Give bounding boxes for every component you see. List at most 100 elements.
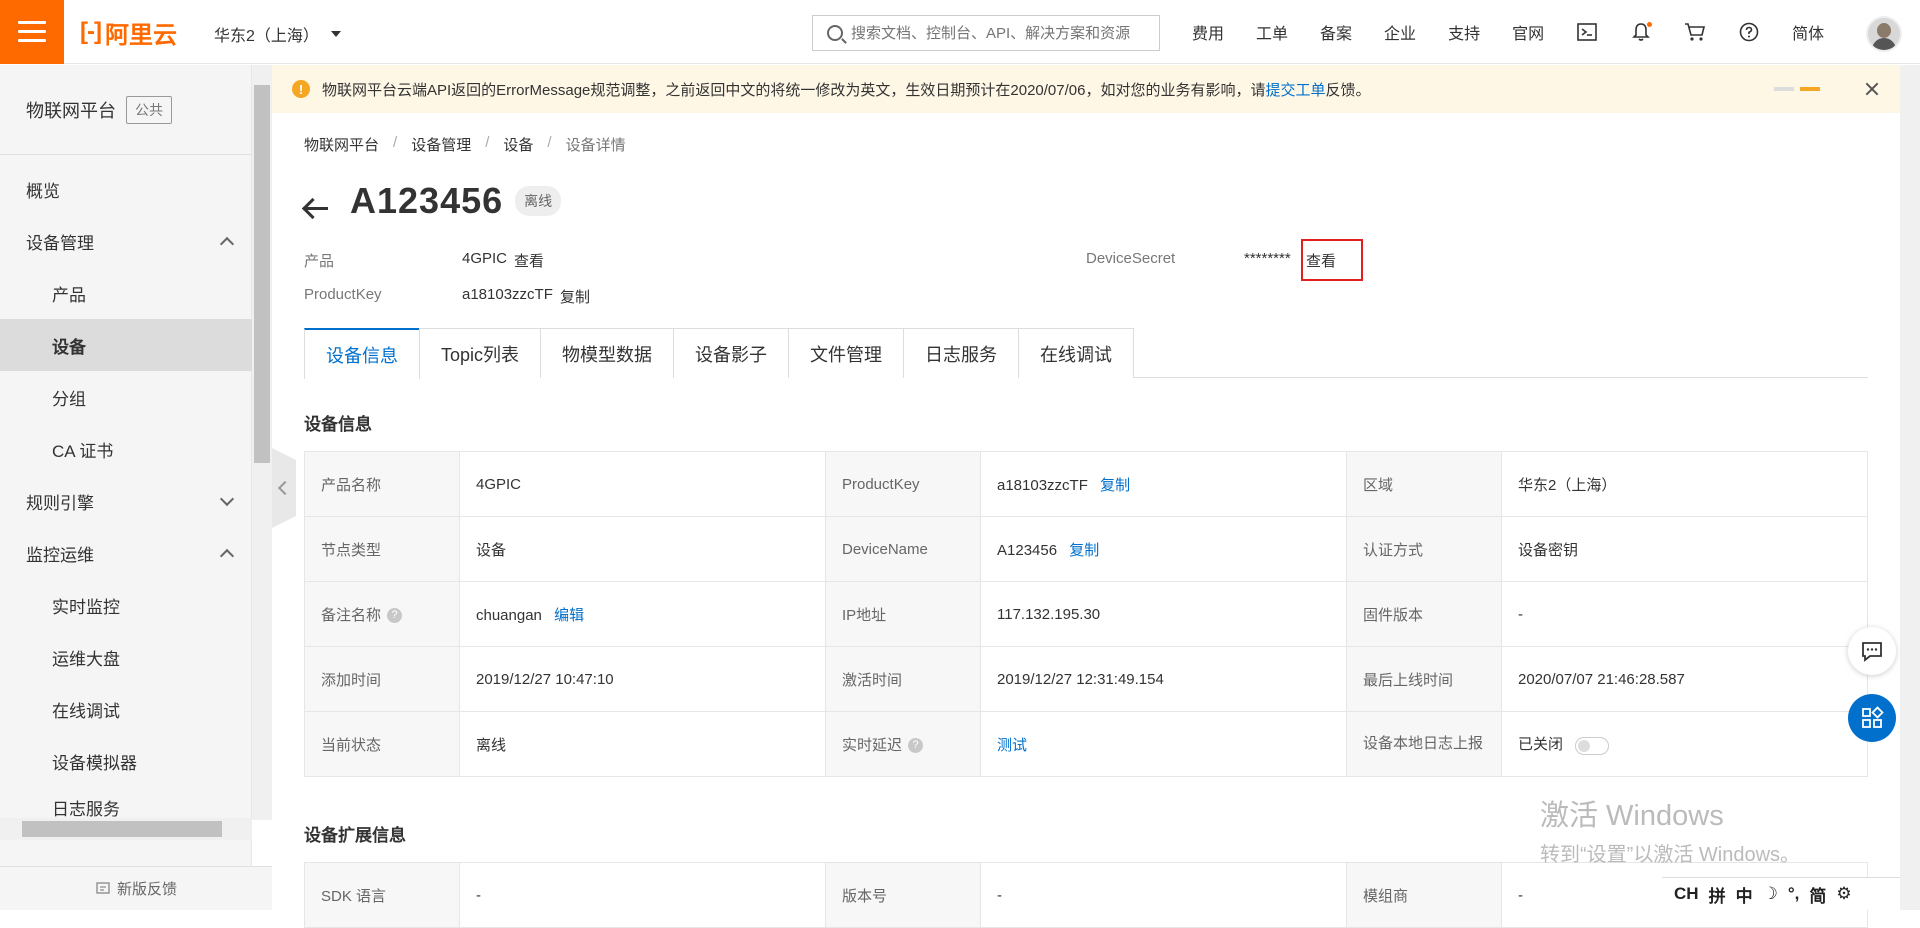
field-value-cell: 已关闭 — [1501, 711, 1868, 777]
sidebar-item-ops-dashboard[interactable]: 运维大盘 — [0, 631, 252, 683]
help-icon[interactable] — [1722, 0, 1776, 64]
sidebar: 物联网平台 公共 概览 设备管理 产品 设备 分组 CA 证书 规则引擎 监控运… — [0, 65, 252, 910]
sidebar-item-label: 实时监控 — [52, 597, 120, 617]
nav-filing[interactable]: 备案 — [1304, 20, 1368, 44]
edit-alias-link[interactable]: 编辑 — [554, 607, 584, 624]
sidebar-item-device-management[interactable]: 设备管理 — [0, 215, 252, 267]
sidebar-collapse-toggle[interactable] — [272, 448, 296, 528]
moon-icon[interactable]: ☽ — [1763, 884, 1778, 904]
sidebar-item-realtime-monitoring[interactable]: 实时监控 — [0, 579, 252, 631]
pager-dot-active[interactable] — [1800, 87, 1820, 91]
aliyun-logo[interactable]: [-] 阿里云 — [80, 16, 177, 49]
ime-chinese[interactable]: 中 — [1736, 882, 1753, 907]
tab-topic-list[interactable]: Topic列表 — [419, 328, 542, 378]
pager-dot[interactable] — [1774, 87, 1794, 91]
punctuation-icon[interactable]: °, — [1788, 884, 1800, 904]
ime-simplified[interactable]: 简 — [1809, 882, 1826, 907]
feedback-label: 新版反馈 — [116, 881, 177, 898]
menu-icon[interactable] — [0, 0, 64, 64]
apps-button[interactable] — [1848, 694, 1896, 742]
sidebar-item-groups[interactable]: 分组 — [0, 371, 252, 423]
announcement-pager[interactable] — [1774, 87, 1820, 91]
field-label: 认证方式 — [1346, 516, 1502, 582]
chat-icon — [1862, 642, 1882, 662]
chevron-down-icon — [219, 491, 235, 507]
tab-thing-model-data[interactable]: 物模型数据 — [540, 328, 675, 378]
field-label: 激活时间 — [825, 646, 981, 712]
field-label-cell: 备注名称? — [304, 581, 460, 647]
feedback-button[interactable]: 新版反馈 — [0, 866, 272, 910]
nav-official-site[interactable]: 官网 — [1496, 20, 1560, 44]
tab-device-info[interactable]: 设备信息 — [304, 328, 420, 379]
breadcrumb-item[interactable]: 设备管理 — [411, 134, 471, 155]
apps-icon — [1862, 706, 1884, 728]
question-icon[interactable]: ? — [908, 738, 924, 754]
tab-online-debug[interactable]: 在线调试 — [1018, 328, 1135, 378]
devicesecret-label: DeviceSecret — [1086, 250, 1176, 267]
submit-ticket-link[interactable]: 提交工单 — [1265, 79, 1325, 100]
page-header: A123456 离线 — [304, 180, 562, 222]
tab-log-service[interactable]: 日志服务 — [903, 328, 1020, 378]
local-log-toggle[interactable] — [1575, 736, 1610, 755]
view-product-link[interactable]: 查看 — [514, 250, 544, 271]
copy-productkey-link[interactable]: 复制 — [1100, 477, 1130, 494]
gear-icon[interactable]: ⚙ — [1836, 884, 1851, 904]
copy-devicename-link[interactable]: 复制 — [1069, 542, 1099, 559]
ime-pinyin[interactable]: 拼 — [1709, 882, 1726, 907]
product-label: 产品 — [304, 253, 335, 270]
nav-tickets[interactable]: 工单 — [1240, 20, 1304, 44]
device-ext-info-table: SDK 语言 - 版本号 - 模组商 - — [304, 862, 1868, 928]
field-value: 华东2（上海） — [1501, 451, 1868, 517]
sidebar-item-device-simulator[interactable]: 设备模拟器 — [0, 735, 252, 787]
terminal-icon[interactable] — [1560, 0, 1614, 64]
sidebar-item-online-debug[interactable]: 在线调试 — [0, 683, 252, 735]
copy-productkey-link[interactable]: 复制 — [560, 286, 590, 307]
sidebar-item-devices[interactable]: 设备 — [0, 319, 252, 371]
sidebar-item-rules-engine[interactable]: 规则引擎 — [0, 475, 252, 527]
announcement-bar: ! 物联网平台云端API返回的ErrorMessage规范调整，之前返回中文的将… — [272, 65, 1900, 113]
sidebar-item-products[interactable]: 产品 — [0, 267, 252, 319]
field-label-cell: 实时延迟? — [825, 711, 981, 777]
close-icon[interactable] — [1862, 79, 1882, 99]
table-row: 节点类型 设备 DeviceName A123456 复制 认证方式 设备密钥 — [304, 516, 1868, 582]
sidebar-item-label: 概览 — [26, 181, 60, 201]
breadcrumb-item[interactable]: 物联网平台 — [304, 134, 379, 155]
sidebar-item-label: 设备管理 — [26, 233, 94, 253]
field-value: 4GPIC — [459, 451, 826, 517]
aliyun-logo-mark: [-] — [80, 18, 102, 45]
cart-icon[interactable] — [1668, 0, 1722, 64]
sidebar-item-overview[interactable]: 概览 — [0, 163, 252, 215]
ime-mode[interactable]: CH — [1674, 884, 1699, 904]
scrollbar-thumb[interactable] — [22, 821, 222, 837]
sidebar-item-monitoring[interactable]: 监控运维 — [0, 527, 252, 579]
sidebar-vertical-scrollbar[interactable] — [252, 65, 272, 820]
main-vertical-scrollbar[interactable] — [1900, 65, 1920, 910]
field-label: 实时延迟 — [842, 736, 903, 754]
avatar[interactable] — [1866, 16, 1902, 52]
nav-fees[interactable]: 费用 — [1176, 20, 1240, 44]
nav-support[interactable]: 支持 — [1432, 20, 1496, 44]
field-value: - — [1501, 581, 1868, 647]
sidebar-horizontal-scrollbar[interactable] — [0, 818, 252, 840]
search-input[interactable] — [843, 16, 1159, 50]
field-label: DeviceName — [825, 516, 981, 582]
search-box[interactable] — [812, 15, 1160, 51]
tab-device-shadow[interactable]: 设备影子 — [673, 328, 790, 378]
breadcrumb-item[interactable]: 设备 — [503, 134, 533, 155]
nav-enterprise[interactable]: 企业 — [1368, 20, 1432, 44]
search-icon — [827, 25, 843, 41]
language-switch[interactable]: 简体 — [1776, 20, 1840, 44]
region-selector[interactable]: 华东2（上海） — [214, 22, 341, 46]
sidebar-item-ca-certificate[interactable]: CA 证书 — [0, 423, 252, 475]
latency-test-link[interactable]: 测试 — [997, 737, 1027, 754]
top-nav: 费用 工单 备案 企业 支持 官网 简体 — [1176, 0, 1840, 64]
chat-button[interactable] — [1848, 627, 1896, 675]
field-label: 当前状态 — [304, 711, 460, 777]
bell-icon[interactable] — [1614, 0, 1668, 64]
highlight-box — [1301, 239, 1363, 281]
back-arrow-icon[interactable] — [304, 198, 330, 218]
question-icon[interactable]: ? — [387, 608, 403, 624]
field-label: SDK 语言 — [304, 862, 460, 928]
tab-file-management[interactable]: 文件管理 — [788, 328, 905, 378]
scrollbar-thumb[interactable] — [254, 85, 270, 463]
